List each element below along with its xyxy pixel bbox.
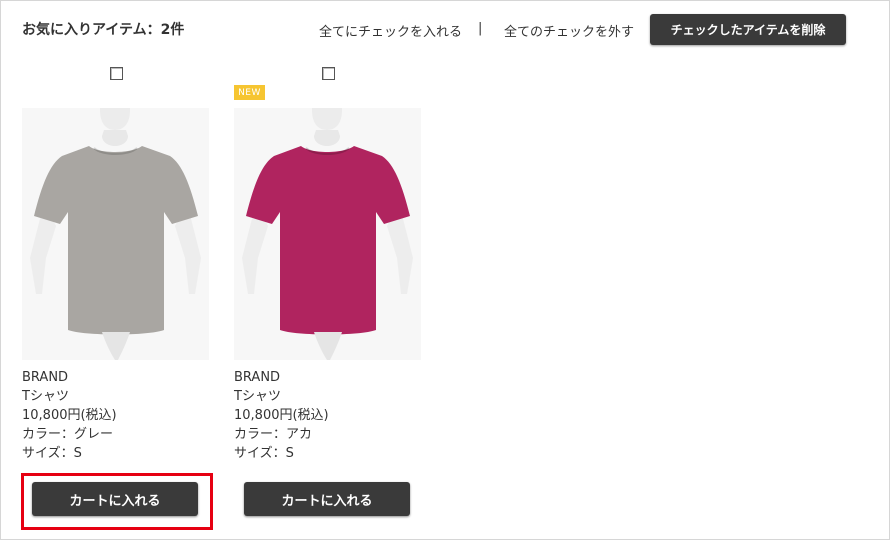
product-info: BRAND Tシャツ 10,800円(税込) カラー：アカ サイズ：S <box>234 368 329 463</box>
product-price: 10,800円(税込) <box>22 408 117 423</box>
delete-checked-button[interactable]: チェックしたアイテムを削除 <box>650 14 846 45</box>
product-size: サイズ：S <box>234 446 294 461</box>
uncheck-all-link[interactable]: 全てのチェックを外す <box>504 21 634 40</box>
product-name: Tシャツ <box>234 389 281 404</box>
product-image[interactable] <box>234 108 421 360</box>
product-name: Tシャツ <box>22 389 69 404</box>
tshirt-on-mannequin-image <box>22 108 209 360</box>
add-to-cart-button[interactable]: カートに入れる <box>244 482 410 516</box>
product-color: カラー：グレー <box>22 427 114 442</box>
product-image[interactable] <box>22 108 209 360</box>
link-separator: | <box>478 21 483 36</box>
product-color: カラー：アカ <box>234 427 313 442</box>
product-info: BRAND Tシャツ 10,800円(税込) カラー：グレー サイズ：S <box>22 368 117 463</box>
new-badge: NEW <box>234 85 265 100</box>
product-brand: BRAND <box>22 370 69 385</box>
product-price: 10,800円(税込) <box>234 408 329 423</box>
favorite-item-card: NEW BRAND Tシャツ 10,800円(税込) カラー：アカ サイズ：S … <box>234 64 434 534</box>
favorite-item-card: BRAND Tシャツ 10,800円(税込) カラー：グレー サイズ：S カート… <box>22 64 222 534</box>
product-size: サイズ：S <box>22 446 82 461</box>
favorites-count-title: お気に入りアイテム：2件 <box>22 22 185 38</box>
item-select-checkbox[interactable] <box>322 67 335 80</box>
tshirt-on-mannequin-image <box>234 108 421 360</box>
product-brand: BRAND <box>234 370 281 385</box>
add-to-cart-button[interactable]: カートに入れる <box>32 482 198 516</box>
item-select-checkbox[interactable] <box>110 67 123 80</box>
check-all-link[interactable]: 全てにチェックを入れる <box>319 21 462 40</box>
